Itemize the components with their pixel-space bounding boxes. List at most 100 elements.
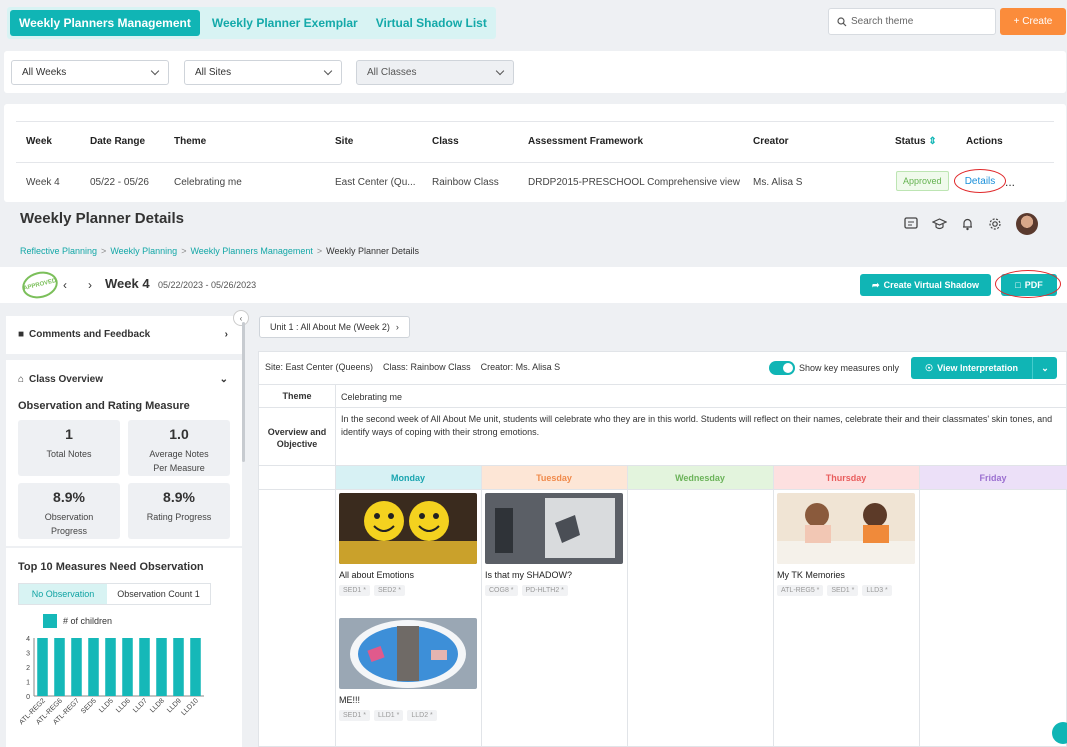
stat-label: Total Notes	[46, 449, 92, 459]
bar	[88, 638, 99, 696]
create-button[interactable]: + Create	[1000, 8, 1066, 35]
divider	[259, 384, 1066, 385]
divider	[259, 489, 1066, 490]
divider	[335, 385, 336, 465]
status-header-label: Status	[895, 136, 926, 147]
comments-feedback-label: Comments and Feedback	[29, 329, 151, 340]
notes-icon[interactable]	[904, 217, 918, 231]
chevron-right-icon: ›	[395, 322, 399, 332]
activity-card-emotions[interactable]: All about Emotions SED1 * SED2 *	[339, 493, 477, 596]
bar	[71, 638, 82, 696]
measures-bar-chart: 01234ATL-REG2ATL-REG6ATL-REG7 SED5 LLD5 LLD…	[20, 636, 204, 726]
class-overview-row[interactable]: ⌂ Class Overview ⌄	[18, 374, 228, 385]
bar	[54, 638, 65, 696]
eye-icon: ☉	[925, 362, 934, 373]
comments-feedback-row[interactable]: ■ Comments and Feedback ›	[18, 329, 228, 340]
view-interpretation-dropdown[interactable]: ⌄	[1033, 363, 1057, 374]
theme-label: Theme	[282, 391, 312, 401]
cell-creator: Ms. Alisa S	[753, 177, 803, 188]
measure-tag: SED1 *	[827, 585, 859, 596]
cell-class: Rainbow Class	[432, 177, 499, 188]
bell-icon[interactable]	[961, 217, 974, 231]
next-week-icon[interactable]: ›	[88, 278, 92, 292]
planner-panel: Site: East Center (Queens) Class: Rainbo…	[258, 351, 1067, 747]
observation-rating-title: Observation and Rating Measure	[18, 400, 190, 412]
measure-tag: LLD1 *	[373, 710, 404, 721]
stat-rating-progress: 8.9% Rating Progress	[128, 483, 230, 539]
stat-label: Rating Progress	[146, 512, 212, 522]
activity-card-me[interactable]: ME!!! SED1 * LLD1 * LLD2 *	[339, 618, 477, 721]
divider	[481, 466, 482, 747]
comments-feedback-group: ■ Comments and Feedback	[18, 329, 150, 340]
y-tick-label: 4	[26, 636, 30, 643]
activity-card-memories[interactable]: My TK Memories ATL-REG5 * SED1 * LLD3 *	[777, 493, 915, 596]
unit-selector[interactable]: Unit 1 : All About Me (Week 2) ›	[259, 316, 410, 338]
overview-value: In the second week of All About Me unit,…	[341, 414, 1053, 437]
breadcrumb-reflective-planning[interactable]: Reflective Planning	[20, 246, 97, 256]
chevron-down-icon: ⌄	[219, 374, 228, 385]
col-header-status[interactable]: Status ⇕	[895, 136, 937, 147]
left-panel-scrollbar[interactable]	[242, 322, 245, 462]
toggle-no-observation[interactable]: No Observation	[19, 584, 107, 604]
stat-value: 8.9%	[163, 489, 195, 505]
view-interpretation-label: View Interpretation	[937, 363, 1018, 373]
breadcrumb-weekly-planning[interactable]: Weekly Planning	[110, 246, 177, 256]
y-tick-label: 1	[26, 680, 30, 687]
col-header-date-range: Date Range	[90, 136, 146, 147]
approved-stamp: APPROVED	[19, 268, 61, 302]
toggle-observation-count[interactable]: Observation Count 1	[107, 584, 210, 604]
x-tick-label: LLD8	[149, 697, 166, 714]
measure-tags: COG8 * PD-HLTH2 *	[485, 585, 623, 596]
class-overview-group: ⌂ Class Overview	[18, 374, 103, 385]
classes-select[interactable]: All Classes	[356, 60, 514, 85]
sites-select[interactable]: All Sites	[184, 60, 342, 85]
key-measures-label: Show key measures only	[799, 363, 900, 373]
divider	[627, 466, 628, 747]
share-icon: ➦	[872, 279, 880, 290]
x-tick-label: SED5	[80, 697, 98, 715]
activity-thumbnail	[777, 493, 915, 564]
avatar[interactable]	[1016, 213, 1038, 235]
col-header-theme: Theme	[174, 136, 207, 147]
activity-title: Is that my SHADOW?	[485, 570, 573, 580]
stat-total-notes: 1 Total Notes	[18, 420, 120, 476]
measure-tags: SED1 * SED2 *	[339, 585, 477, 596]
help-fab-button[interactable]	[1052, 722, 1067, 744]
activity-thumbnail	[485, 493, 623, 564]
bar	[105, 638, 116, 696]
shadow-photo	[495, 498, 615, 558]
weeks-select[interactable]: All Weeks	[11, 60, 169, 85]
stat-value: 1	[65, 426, 73, 442]
col-header-creator: Creator	[753, 136, 789, 147]
activity-title: ME!!!	[339, 695, 361, 705]
chevron-down-icon	[323, 66, 333, 76]
x-tick-label: LLD10	[180, 697, 200, 717]
collapse-panel-button[interactable]: ‹	[233, 310, 249, 326]
comment-icon: ■	[18, 329, 25, 340]
tab-virtual-shadow-list[interactable]: Virtual Shadow List	[367, 10, 496, 36]
prev-week-icon[interactable]: ‹	[63, 278, 67, 292]
search-input[interactable]: Search theme	[828, 8, 996, 35]
x-tick-label: LLD7	[132, 697, 149, 714]
view-interpretation-button[interactable]: ☉ View Interpretation ⌄	[911, 357, 1057, 379]
x-tick-label: LLD6	[115, 697, 132, 714]
more-actions-icon[interactable]: ...	[1005, 175, 1015, 189]
key-measures-toggle[interactable]	[769, 361, 795, 375]
status-badge: Approved	[896, 171, 949, 191]
details-link[interactable]: Details	[954, 169, 1006, 193]
chevron-down-icon	[495, 66, 505, 76]
chart-legend: # of children	[43, 614, 112, 628]
activity-card-shadow[interactable]: Is that my SHADOW? COG8 * PD-HLTH2 *	[485, 493, 623, 596]
tab-weekly-planners-management[interactable]: Weekly Planners Management	[10, 10, 200, 36]
breadcrumb-weekly-planners-management[interactable]: Weekly Planners Management	[190, 246, 312, 256]
create-virtual-shadow-button[interactable]: ➦ Create Virtual Shadow	[860, 274, 991, 296]
kids-drawing-photo	[777, 503, 915, 564]
measure-tag: LLD3 *	[862, 585, 892, 596]
tab-weekly-planner-exemplar[interactable]: Weekly Planner Exemplar	[203, 10, 367, 36]
graduation-cap-icon[interactable]	[932, 217, 947, 231]
search-placeholder: Search theme	[851, 16, 914, 27]
breadcrumb: Reflective Planning > Weekly Planning > Week…	[20, 246, 419, 256]
view-interpretation-main[interactable]: ☉ View Interpretation	[911, 357, 1033, 379]
col-header-site: Site	[335, 136, 354, 147]
gear-icon[interactable]	[988, 217, 1002, 231]
